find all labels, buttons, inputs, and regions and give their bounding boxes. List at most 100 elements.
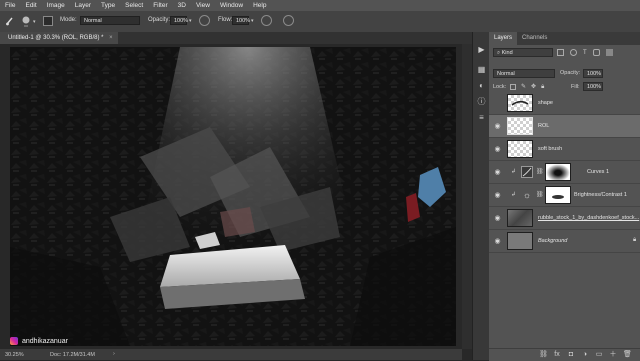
flow-field[interactable]: 100% [232,16,250,25]
brush-preset-picker[interactable] [20,15,32,27]
properties-icon[interactable]: ≡ [476,112,487,123]
menu-3d[interactable]: 3D [173,2,191,9]
filter-pixel-icon[interactable] [557,49,564,56]
search-icon: ⌕ [497,50,501,56]
instagram-icon [10,337,18,345]
layer-row[interactable]: ◉ ↲ ⛓ Curves 1 [489,161,640,184]
layer-name[interactable]: soft brush [538,146,562,152]
layer-row[interactable]: ◉ soft brush [489,138,640,161]
vertical-scrollbar[interactable] [462,44,472,349]
layer-thumbnail [507,117,533,135]
blend-mode-select[interactable]: Normal [493,69,555,78]
layer-row[interactable]: ◉ Background 🔒︎ [489,230,640,253]
pressure-size-icon[interactable] [283,15,294,26]
layer-row-selected[interactable]: ◉ ROL [489,115,640,138]
eye-icon[interactable]: ◉ [493,237,502,246]
clip-arrow-icon: ↲ [511,192,517,198]
layer-row[interactable]: ◉ ↲ ☼ ⛓ Brightness/Contrast 1 [489,184,640,207]
menu-select[interactable]: Select [120,2,148,9]
menu-file[interactable]: File [0,2,20,9]
filter-smart-icon[interactable] [605,49,613,56]
document-canvas[interactable] [10,47,456,346]
tab-layers[interactable]: Layers [489,32,518,45]
play-icon[interactable]: ▶ [476,44,487,55]
link-layers-icon[interactable]: ⛓ [539,351,548,359]
lock-label: Lock: [493,84,507,90]
airbrush-icon[interactable] [261,15,272,26]
layer-name[interactable]: rubble_stock_1_by_dashdenkoef_stock... [538,215,639,221]
lock-icon[interactable]: 🔒︎ [541,84,544,90]
eye-icon[interactable]: ◉ [493,122,502,131]
document-tab[interactable]: Untitled-1 @ 30.3% (ROL, RGB/8) * × [0,32,118,44]
chevron-right-icon[interactable]: › [113,351,115,357]
new-group-icon[interactable]: ▭ [595,351,603,359]
menu-layer[interactable]: Layer [70,2,96,9]
link-icon[interactable]: ⛓ [536,191,544,198]
clip-arrow-icon: ↲ [511,169,517,175]
add-mask-icon[interactable]: ◘ [567,351,575,359]
menu-edit[interactable]: Edit [20,2,41,9]
filter-shape-icon[interactable] [592,49,600,56]
options-bar: ▾ Mode: Normal Opacity: 100% ▾ Flow: 100… [0,11,640,48]
layer-name[interactable]: Curves 1 [587,169,609,175]
new-layer-icon[interactable]: ＋ [609,351,617,359]
layer-opacity-field[interactable]: 100% [583,69,603,78]
link-icon[interactable]: ⛓ [536,168,544,175]
eye-icon[interactable]: ◉ [493,191,502,200]
menu-image[interactable]: Image [42,2,70,9]
menu-type[interactable]: Type [96,2,120,9]
menu-filter[interactable]: Filter [148,2,172,9]
menu-window[interactable]: Window [215,2,248,9]
mode-select[interactable]: Normal [80,16,140,25]
eye-icon[interactable]: ◉ [493,214,502,223]
document-title: Untitled-1 @ 30.3% (ROL, RGB/8) * [8,35,104,41]
mode-label: Mode: [60,17,77,23]
fill-field[interactable]: 100% [583,82,603,91]
layer-thumbnail [507,94,533,112]
layer-thumbnail [507,209,533,227]
tab-channels[interactable]: Channels [517,32,552,45]
layer-row[interactable]: ◉ rubble_stock_1_by_dashdenkoef_stock... [489,207,640,230]
menu-help[interactable]: Help [248,2,271,9]
chevron-down-icon[interactable]: ▾ [251,18,254,24]
pressure-opacity-icon[interactable] [199,15,210,26]
opacity-field[interactable]: 100% [170,16,188,25]
lock-position-icon[interactable]: ✥ [531,84,536,90]
eye-icon[interactable]: ◉ [493,145,502,154]
layer-mask-thumbnail [545,186,571,204]
brush-panel-toggle[interactable] [43,16,53,26]
layer-thumbnail [507,232,533,250]
close-icon[interactable]: × [109,35,113,41]
layer-row[interactable]: ◉ shape [489,92,640,115]
flow-label: Flow: [218,17,233,23]
eye-icon[interactable]: ◉ [493,99,502,108]
menu-bar: File Edit Image Layer Type Select Filter… [0,0,640,11]
lock-transparent-icon[interactable] [510,84,516,90]
delete-layer-icon[interactable]: 🗑︎ [623,351,632,359]
lock-pixels-icon[interactable]: ✎ [521,84,526,90]
menu-view[interactable]: View [191,2,215,9]
histogram-icon[interactable]: ▦ [476,64,487,75]
layer-name[interactable]: ROL [538,123,549,129]
status-bar: 30.25% Doc: 17.2M/31.4M › [0,349,462,360]
adjustments-icon[interactable]: ◐ [476,80,487,91]
brush-icon[interactable] [5,16,15,26]
layer-name[interactable]: shape [538,100,553,106]
brightness-adjustment-icon: ☼ [522,190,532,200]
doc-size[interactable]: Doc: 17.2M/31.4M [50,352,95,358]
layer-style-icon[interactable]: fx [553,351,561,359]
fill-label: Fill: [571,84,580,90]
layer-name[interactable]: Brightness/Contrast 1 [574,192,627,198]
info-icon[interactable]: ⓘ [476,96,487,107]
layer-name[interactable]: Background [538,238,567,244]
watermark: andhikazanuar [10,337,68,345]
new-adjustment-icon[interactable]: ◑ [581,351,589,359]
zoom-readout[interactable]: 30.25% [5,352,24,358]
eye-icon[interactable]: ◉ [493,168,502,177]
chevron-down-icon[interactable]: ▾ [189,18,192,24]
kind-filter[interactable]: ⌕ Kind [493,48,553,57]
filter-type-icon[interactable]: T [583,50,587,56]
filter-adjustment-icon[interactable] [570,49,577,56]
chevron-down-icon[interactable]: ▾ [33,19,37,25]
lock-icon: 🔒︎ [633,237,637,243]
